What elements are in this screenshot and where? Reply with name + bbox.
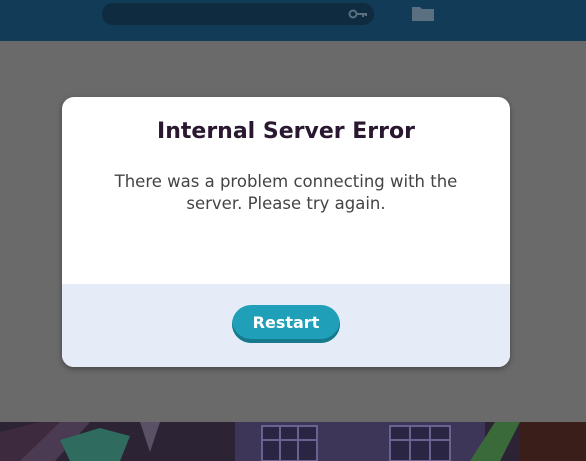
top-bar [0,0,586,41]
restart-button[interactable]: Restart [232,305,340,343]
error-dialog: Internal Server Error There was a proble… [62,97,510,367]
dialog-title: Internal Server Error [157,119,415,144]
password-field[interactable] [102,3,374,25]
key-icon[interactable] [348,7,368,21]
folder-icon[interactable] [411,4,435,22]
dialog-footer: Restart [62,284,510,367]
background-scene [0,422,586,461]
dialog-message: There was a problem connecting with the … [114,172,458,213]
